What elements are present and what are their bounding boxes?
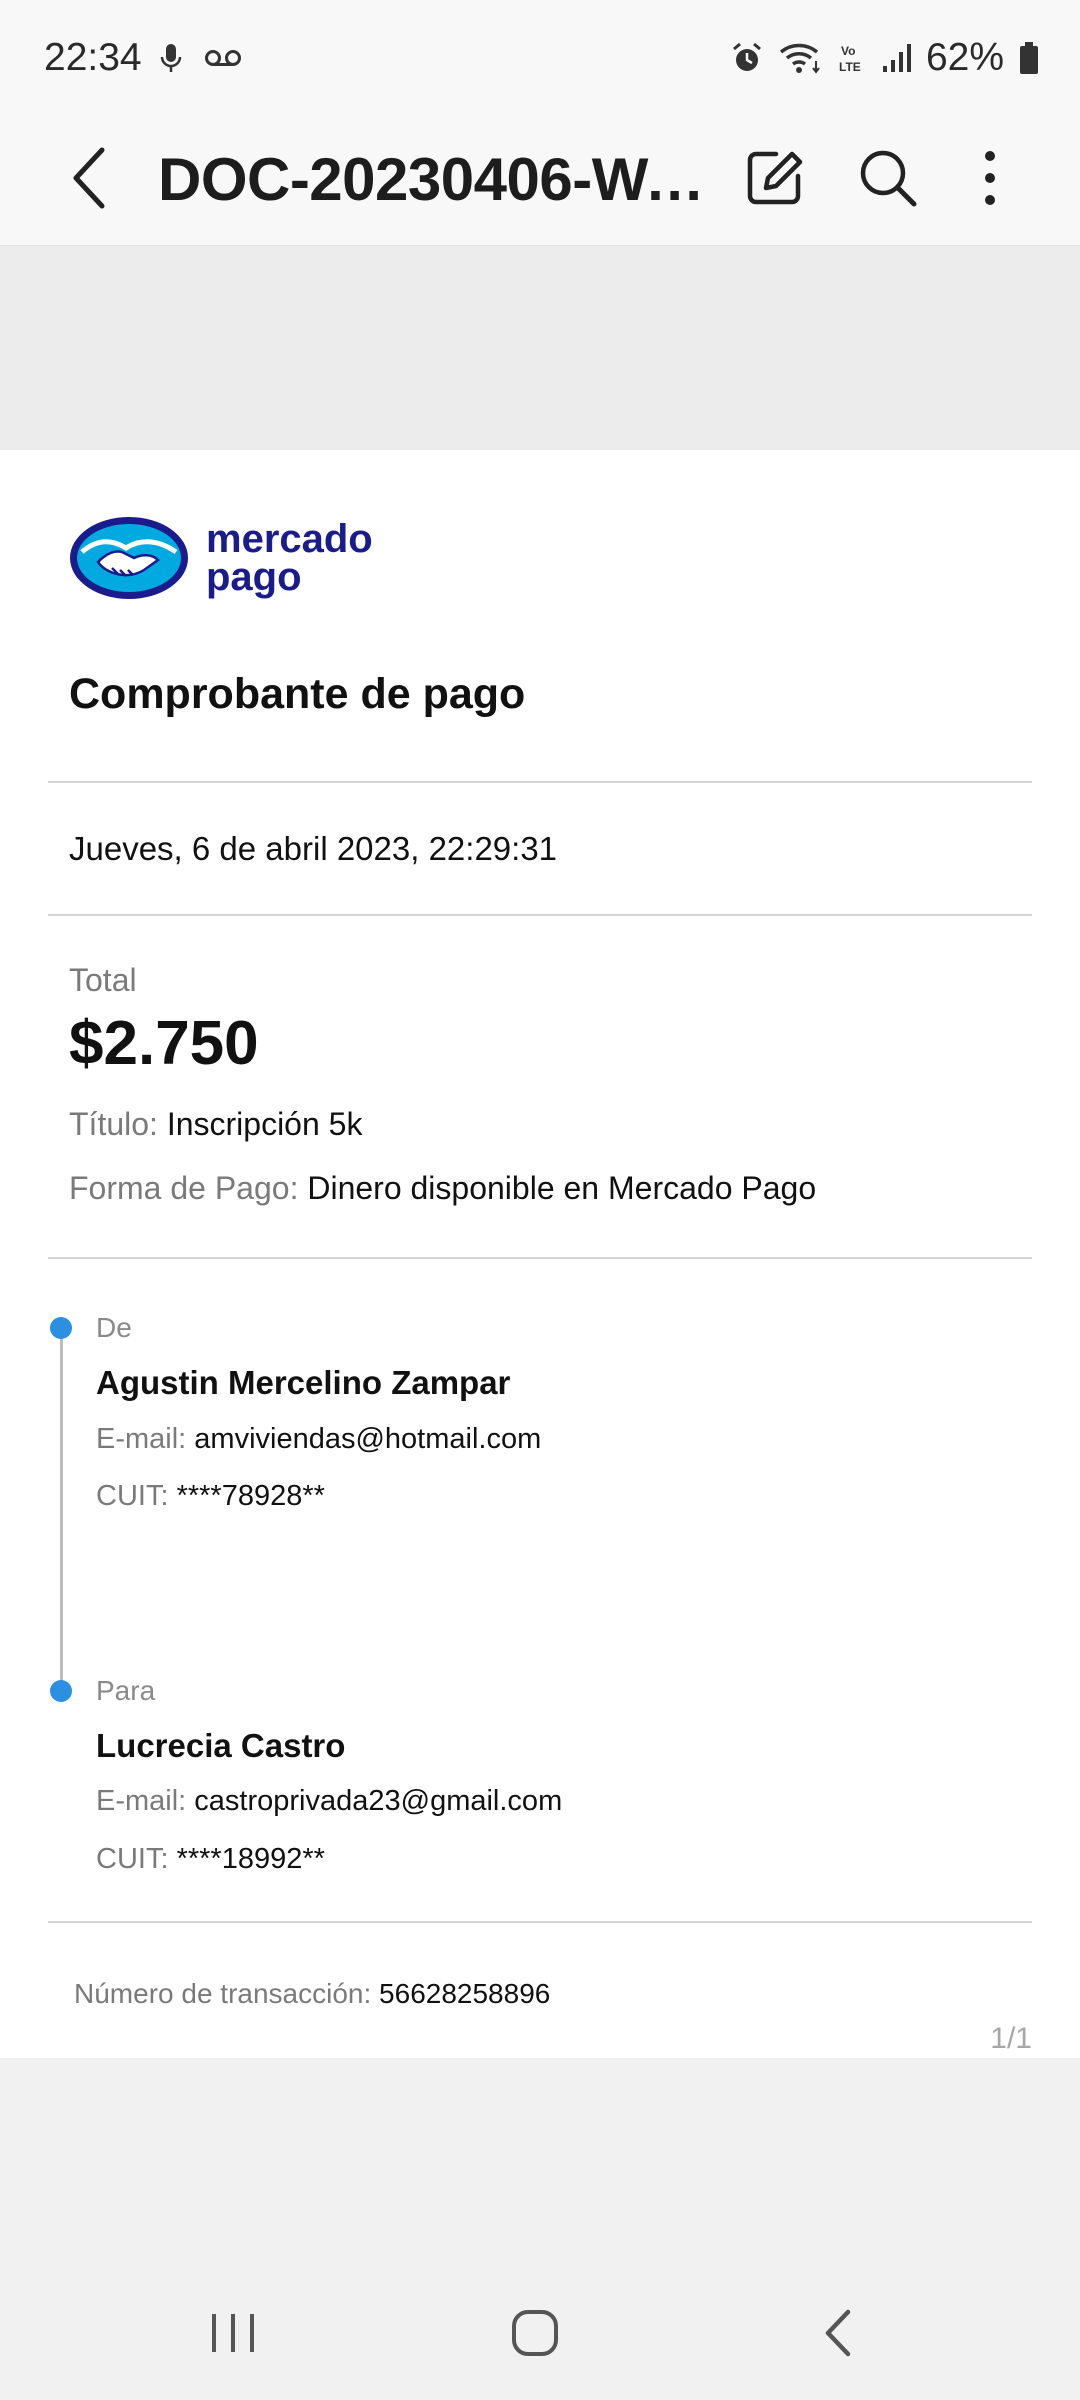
transaction-number: 56628258896 bbox=[379, 1978, 551, 2009]
mercado-pago-logo: mercado pago bbox=[70, 517, 373, 599]
back-nav-icon[interactable] bbox=[804, 2298, 874, 2368]
payment-method-value: Dinero disponible en Mercado Pago bbox=[307, 1170, 817, 1206]
document-title: DOC-20230406-WA0064.pdf bbox=[158, 146, 718, 213]
divider bbox=[48, 1921, 1032, 1923]
mic-icon bbox=[160, 44, 182, 72]
svg-text:Vo: Vo bbox=[841, 44, 855, 58]
payment-date: Jueves, 6 de abril 2023, 22:29:31 bbox=[69, 830, 558, 867]
divider bbox=[48, 1257, 1032, 1259]
total-amount: $2.750 bbox=[69, 1009, 259, 1078]
to-email-row: E-mail: castroprivada23@gmail.com bbox=[96, 1785, 562, 1818]
logo-text-pago: pago bbox=[206, 555, 302, 599]
edit-icon[interactable] bbox=[736, 140, 812, 216]
payment-method-label: Forma de Pago: bbox=[69, 1170, 299, 1206]
from-label: De bbox=[96, 1312, 132, 1343]
from-cuit: ****78928** bbox=[176, 1480, 325, 1512]
voicemail-icon bbox=[205, 50, 241, 66]
timeline-line bbox=[60, 1328, 63, 1690]
divider bbox=[48, 914, 1032, 916]
from-cuit-label: CUIT: bbox=[96, 1480, 169, 1512]
from-email: amviviendas@hotmail.com bbox=[194, 1423, 542, 1455]
pdf-page[interactable]: mercado pago Comprobante de pago Jueves,… bbox=[0, 450, 1080, 2058]
battery-icon bbox=[1020, 42, 1038, 74]
receipt-title: Comprobante de pago bbox=[69, 670, 526, 718]
status-bar: 22:34 Vo LTE 62% bbox=[0, 0, 1080, 120]
wifi-icon bbox=[779, 43, 820, 74]
to-email-label: E-mail: bbox=[96, 1785, 187, 1817]
page-gap bbox=[0, 246, 1080, 450]
page-indicator: 1/1 bbox=[990, 2022, 1032, 2055]
divider bbox=[48, 781, 1032, 783]
transaction-row: Número de transacción: 56628258896 bbox=[74, 1978, 550, 2010]
back-arrow-icon[interactable] bbox=[60, 140, 120, 216]
status-time: 22:34 bbox=[44, 36, 142, 79]
battery-percentage: 62% bbox=[925, 36, 1004, 79]
volte-icon: Vo LTE bbox=[839, 44, 861, 74]
from-email-row: E-mail: amviviendas@hotmail.com bbox=[96, 1423, 541, 1456]
to-cuit-row: CUIT: ****18992** bbox=[96, 1843, 325, 1876]
app-bar: DOC-20230406-WA0064.pdf bbox=[0, 120, 1080, 246]
recent-apps-icon[interactable] bbox=[198, 2298, 268, 2368]
from-name: Agustin Mercelino Zampar bbox=[96, 1364, 511, 1401]
home-icon[interactable] bbox=[500, 2298, 570, 2368]
from-email-label: E-mail: bbox=[96, 1423, 187, 1455]
transaction-label: Número de transacción: bbox=[74, 1978, 372, 2009]
alarm-icon bbox=[732, 42, 761, 71]
titulo-label: Título: bbox=[69, 1106, 158, 1142]
svg-text:LTE: LTE bbox=[839, 60, 861, 74]
to-name: Lucrecia Castro bbox=[96, 1727, 346, 1764]
payment-method-row: Forma de Pago: Dinero disponible en Merc… bbox=[69, 1170, 816, 1207]
search-icon[interactable] bbox=[850, 140, 926, 216]
timeline-dot-to bbox=[50, 1680, 72, 1702]
to-cuit-label: CUIT: bbox=[96, 1843, 169, 1875]
navigation-bar bbox=[0, 2258, 1080, 2400]
signal-icon bbox=[882, 44, 911, 72]
to-cuit: ****18992** bbox=[176, 1843, 325, 1875]
more-options-icon[interactable] bbox=[952, 140, 1028, 216]
titulo-value: Inscripción 5k bbox=[166, 1106, 363, 1142]
from-cuit-row: CUIT: ****78928** bbox=[96, 1480, 325, 1513]
timeline-dot-from bbox=[50, 1317, 72, 1339]
titulo-row: Título: Inscripción 5k bbox=[69, 1106, 362, 1143]
total-label: Total bbox=[69, 962, 137, 998]
to-label: Para bbox=[96, 1675, 156, 1706]
to-email: castroprivada23@gmail.com bbox=[194, 1785, 563, 1817]
